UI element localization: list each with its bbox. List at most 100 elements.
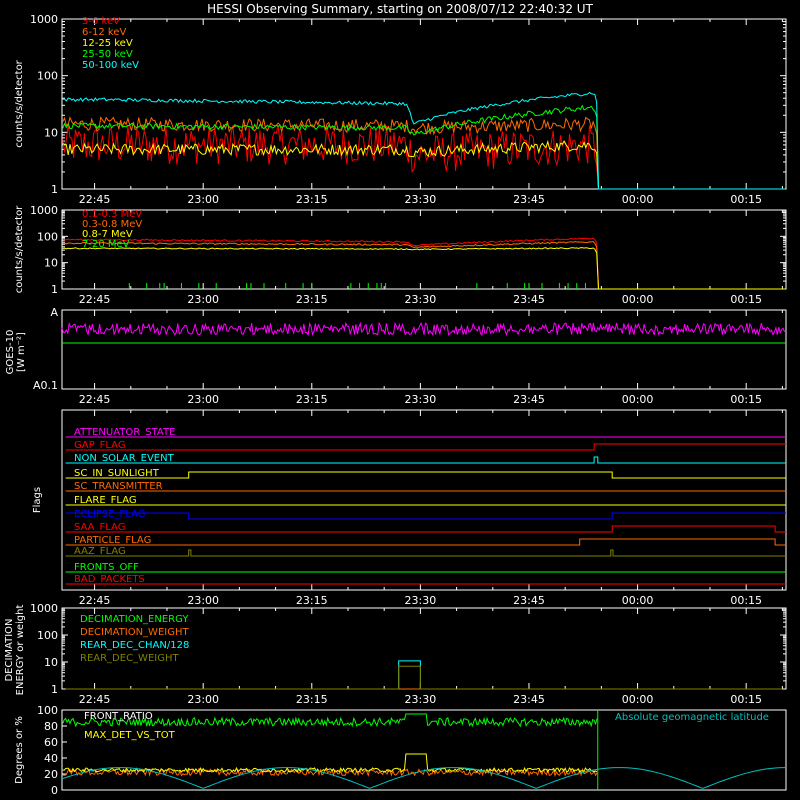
x-tick-label: 22:45 [79, 594, 111, 607]
y-tick-label: 40 [44, 752, 58, 765]
x-tick-label: 23:30 [405, 193, 437, 206]
flag-line [65, 471, 786, 479]
y-axis-label: [W m⁻²] [16, 332, 27, 372]
flag-label: SAA_FLAG [74, 522, 125, 533]
y-tick-label: 10 [44, 257, 58, 270]
x-tick-label: 00:15 [730, 594, 762, 607]
x-tick-label: 00:00 [622, 293, 654, 306]
y-axis-label: counts/s/detector [14, 205, 25, 293]
legend-entry: 12-25 keV [82, 38, 133, 49]
flag-label: NON_SOLAR_EVENT [74, 453, 175, 464]
legend-entry: 25-50 keV [82, 49, 133, 60]
legend-entry: 3-6 keV [82, 16, 120, 27]
flag-label: ATTENUATOR_STATE [74, 427, 175, 438]
x-tick-label: 23:15 [296, 693, 328, 706]
flag-label: AAZ_FLAG [74, 546, 126, 557]
x-tick-label: 22:45 [79, 193, 111, 206]
flag-label: PARTICLE_FLAG [74, 535, 151, 546]
y-axis-label: GOES-10 [5, 330, 16, 375]
flag-label: SC_TRANSMITTER [74, 481, 163, 492]
x-tick-label: 23:30 [405, 393, 437, 406]
series-line-2 [62, 247, 785, 290]
y-tick-label: 1 [51, 683, 58, 696]
flag-line [65, 525, 786, 533]
y-axis-label: Flags [32, 487, 43, 513]
series-line-4 [62, 91, 785, 190]
legend-entry: MAX_DET_VS_TOT [84, 730, 176, 741]
y-tick-label: 100 [37, 230, 58, 243]
goes-high-line [61, 321, 786, 337]
series-line-0 [62, 237, 785, 290]
x-tick-label: 00:00 [622, 693, 654, 706]
y-tick-label: 1 [51, 183, 58, 196]
x-tick-label: 00:15 [730, 393, 762, 406]
y-tick-label: 10 [44, 126, 58, 139]
x-tick-label: 23:15 [296, 594, 328, 607]
x-tick-label: 00:15 [730, 693, 762, 706]
y-tick-label: 100 [37, 704, 58, 717]
y-axis-label: counts/s/detector [14, 59, 25, 147]
legend-entry: DECIMATION_WEIGHT [80, 627, 189, 638]
panel-frame-1 [61, 18, 787, 190]
x-tick-label: 23:00 [187, 293, 219, 306]
x-tick-label: 23:45 [513, 193, 545, 206]
y-axis-label: DECIMATION [4, 618, 15, 681]
panel-frame-3 [61, 309, 787, 390]
x-tick-label: 00:00 [622, 594, 654, 607]
x-tick-label: 23:00 [187, 594, 219, 607]
legend-entry: 6-12 keV [82, 27, 126, 38]
flag-label: ECLIPSE_FLAG [74, 509, 145, 520]
y-axis-label: Degrees or % [14, 716, 25, 784]
y-tick-label: 100 [37, 629, 58, 642]
flag-label: GAP_FLAG [74, 440, 126, 451]
y-tick-label: 10 [44, 656, 58, 669]
y-tick-label: 1000 [30, 602, 58, 615]
x-tick-label: 23:30 [405, 594, 437, 607]
y-tick-label: 20 [44, 768, 58, 781]
x-tick-label: 00:15 [730, 193, 762, 206]
goes-flux-panel: 22:45 23:00 23:15 23:30 23:45 00:00 00:15 A A0.1… [5, 306, 787, 406]
y-tick-label: A0.1 [33, 379, 58, 392]
series-line-2 [62, 139, 785, 190]
y-tick-label: 100 [37, 70, 58, 83]
legend-entry: FRONT_RATIO [84, 711, 153, 722]
flag-line [65, 549, 786, 557]
legend-entry: REAR_DEC_CHAN/128 [80, 640, 189, 651]
legend-entry: Absolute geomagnetic latitude [615, 712, 769, 723]
y-tick-label: A [50, 306, 58, 319]
y-axis-label: ENERGY or weight [15, 605, 26, 696]
legend-entry: DECIMATION_ENERGY [80, 614, 189, 625]
legend-entry: REAR_DEC_WEIGHT [80, 653, 179, 664]
y-tick-label: 1 [51, 283, 58, 296]
x-tick-label: 23:30 [405, 293, 437, 306]
y-tick-label: 60 [44, 736, 58, 749]
geomagnetic-latitude-line [61, 767, 786, 789]
x-tick-label: 23:30 [405, 693, 437, 706]
x-tick-label: 22:45 [79, 693, 111, 706]
decimation-line-2 [65, 660, 783, 690]
observing-summary-figure: HESSI Observing Summary, starting on 200… [4, 2, 787, 797]
x-tick-label: 23:45 [513, 393, 545, 406]
x-tick-label: 23:15 [296, 193, 328, 206]
y-tick-label: 1000 [30, 13, 58, 26]
x-tick-label: 22:45 [79, 293, 111, 306]
decimation-line-3 [65, 665, 783, 690]
x-tick-label: 23:15 [296, 293, 328, 306]
flags-panel: 22:45 23:00 23:15 23:30 23:45 00:00 00:15 Flags… [32, 409, 787, 607]
series-line-3 [62, 104, 785, 190]
flag-label: BAD_PACKETS [74, 574, 145, 585]
x-tick-label: 00:15 [730, 293, 762, 306]
x-tick-label: 23:00 [187, 393, 219, 406]
figure-title: HESSI Observing Summary, starting on 200… [207, 2, 593, 16]
flag-line [65, 512, 786, 520]
legend-entry: 7-20 MeV [82, 239, 130, 250]
flag-label: FLARE_FLAG [74, 495, 137, 506]
x-tick-label: 23:15 [296, 393, 328, 406]
high-energy-rates-panel: 22:45 23:00 23:15 23:30 23:45 00:00 00:15 1 10 10… [14, 204, 787, 306]
flag-label: SC_IN_SUNLIGHT [74, 468, 160, 479]
legend-entry: 50-100 keV [82, 60, 139, 71]
flag-label: FRONTS_OFF [74, 562, 139, 573]
x-tick-label: 23:00 [187, 193, 219, 206]
x-tick-label: 23:45 [513, 594, 545, 607]
y-tick-label: 0 [51, 784, 58, 797]
